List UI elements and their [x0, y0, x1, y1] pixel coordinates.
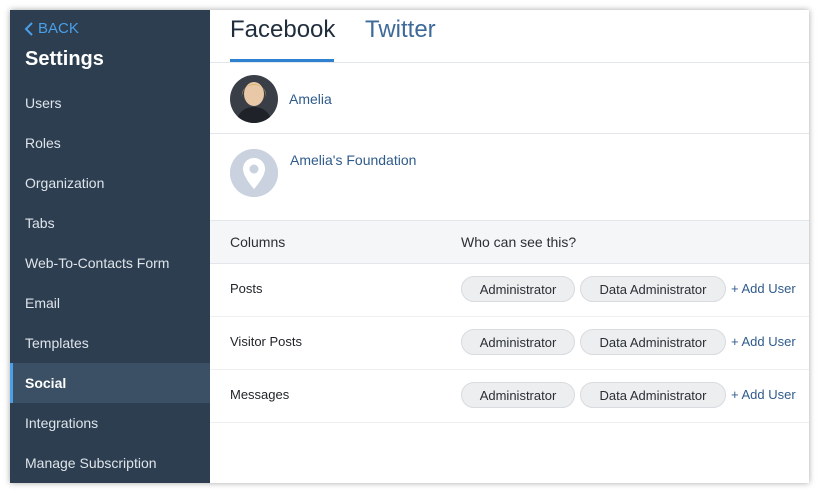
sidebar-item-templates[interactable]: Templates: [10, 323, 210, 363]
tab-facebook[interactable]: Facebook: [230, 16, 335, 56]
permissions-table-header: Columns Who can see this?: [210, 220, 809, 264]
column-header-who: Who can see this?: [461, 234, 577, 250]
social-settings-panel: Facebook Twitter Amelia Amelia's Foundat…: [210, 10, 809, 483]
settings-sidebar: BACK Settings Users Roles Organization T…: [10, 10, 210, 483]
column-header-columns: Columns: [230, 234, 286, 250]
row-label: Posts: [230, 281, 263, 296]
profile-name-amelia[interactable]: Amelia: [289, 91, 332, 107]
back-label: BACK: [38, 20, 79, 37]
row-label: Messages: [230, 387, 290, 402]
table-row: Messages Administrator Data Administrato…: [210, 369, 809, 423]
add-user-link[interactable]: + Add User: [731, 334, 796, 349]
table-row: Visitor Posts Administrator Data Adminis…: [210, 316, 809, 370]
chevron-left-icon: [24, 21, 33, 36]
sidebar-item-users[interactable]: Users: [10, 83, 210, 123]
user-avatar: [230, 75, 278, 123]
profile-divider: [210, 133, 809, 134]
sidebar-item-roles[interactable]: Roles: [10, 123, 210, 163]
sidebar-item-organization[interactable]: Organization: [10, 163, 210, 203]
sidebar-item-social[interactable]: Social: [10, 363, 210, 403]
role-chip-administrator[interactable]: Administrator: [461, 382, 575, 408]
table-row: Posts Administrator Data Administrator +…: [210, 263, 809, 317]
add-user-link[interactable]: + Add User: [731, 387, 796, 402]
add-user-link[interactable]: + Add User: [731, 281, 796, 296]
sidebar-item-web-to-contacts-form[interactable]: Web-To-Contacts Form: [10, 243, 210, 283]
role-chip-administrator[interactable]: Administrator: [461, 329, 575, 355]
profile-name-foundation[interactable]: Amelia's Foundation: [290, 152, 416, 168]
tab-twitter[interactable]: Twitter: [365, 16, 436, 56]
role-chip-administrator[interactable]: Administrator: [461, 276, 575, 302]
sidebar-item-email[interactable]: Email: [10, 283, 210, 323]
location-pin-icon: [230, 149, 278, 197]
sidebar-item-integrations[interactable]: Integrations: [10, 403, 210, 443]
role-chip-data-administrator[interactable]: Data Administrator: [580, 382, 726, 408]
sidebar-item-manage-subscription[interactable]: Manage Subscription: [10, 443, 210, 483]
back-button[interactable]: BACK: [24, 20, 79, 37]
tabs-divider: [210, 62, 809, 63]
row-label: Visitor Posts: [230, 334, 303, 349]
role-chip-data-administrator[interactable]: Data Administrator: [580, 276, 726, 302]
role-chip-data-administrator[interactable]: Data Administrator: [580, 329, 726, 355]
app-window: BACK Settings Users Roles Organization T…: [10, 10, 809, 483]
sidebar-item-tabs[interactable]: Tabs: [10, 203, 210, 243]
settings-title: Settings: [25, 48, 104, 70]
